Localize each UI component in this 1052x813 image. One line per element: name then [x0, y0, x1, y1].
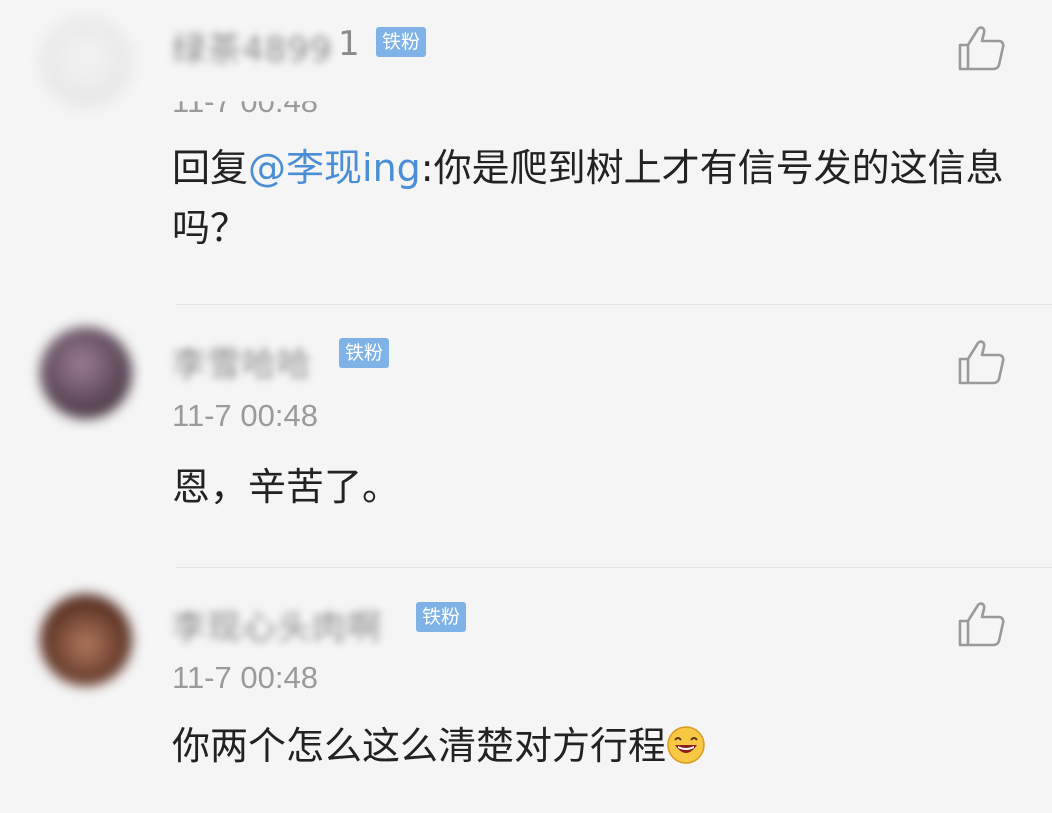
avatar[interactable]	[40, 594, 132, 686]
avatar[interactable]	[40, 327, 132, 419]
timestamp: 11-7 00:48	[172, 398, 318, 433]
fan-badge: 铁粉	[339, 338, 390, 368]
avatar[interactable]	[40, 16, 132, 108]
fan-badge: 铁粉	[416, 602, 467, 632]
comment-text: 回复@李现ing:你是爬到树上才有信号发的这信息吗？	[172, 138, 1012, 258]
username[interactable]: 绿茶4899	[172, 22, 333, 71]
timestamp: 11-7 00:48	[172, 660, 318, 695]
username-suffix: 1	[338, 24, 360, 64]
username[interactable]: 李雪哈哈	[172, 337, 312, 386]
comment-body: 你两个怎么这么清楚对方行程	[172, 724, 667, 768]
fan-badge: 铁粉	[376, 27, 427, 57]
laughing-face-emoji	[667, 726, 705, 764]
comment-item: 李现心头肉啊 铁粉 11-7 00:48 你两个怎么这么清楚对方行程	[0, 568, 1052, 813]
comment-text: 你两个怎么这么清楚对方行程	[172, 716, 1012, 776]
comment-text: 恩，辛苦了。	[172, 465, 401, 509]
comment-item: 李雪哈哈 铁粉 11-7 00:48 恩，辛苦了。	[0, 305, 1052, 567]
thumbs-up-icon[interactable]	[956, 600, 1006, 648]
username[interactable]: 李现心头肉啊	[172, 600, 382, 649]
timestamp: 11-7 00:48	[172, 84, 318, 119]
reply-prefix: 回复	[172, 146, 249, 190]
user-mention-link[interactable]: @李现ing	[248, 146, 421, 190]
comment-item: 绿茶4899 1 铁粉 11-7 00:48 回复@李现ing:你是爬到树上才有…	[0, 0, 1052, 300]
thumbs-up-icon[interactable]	[956, 24, 1006, 72]
thumbs-up-icon[interactable]	[956, 338, 1006, 386]
